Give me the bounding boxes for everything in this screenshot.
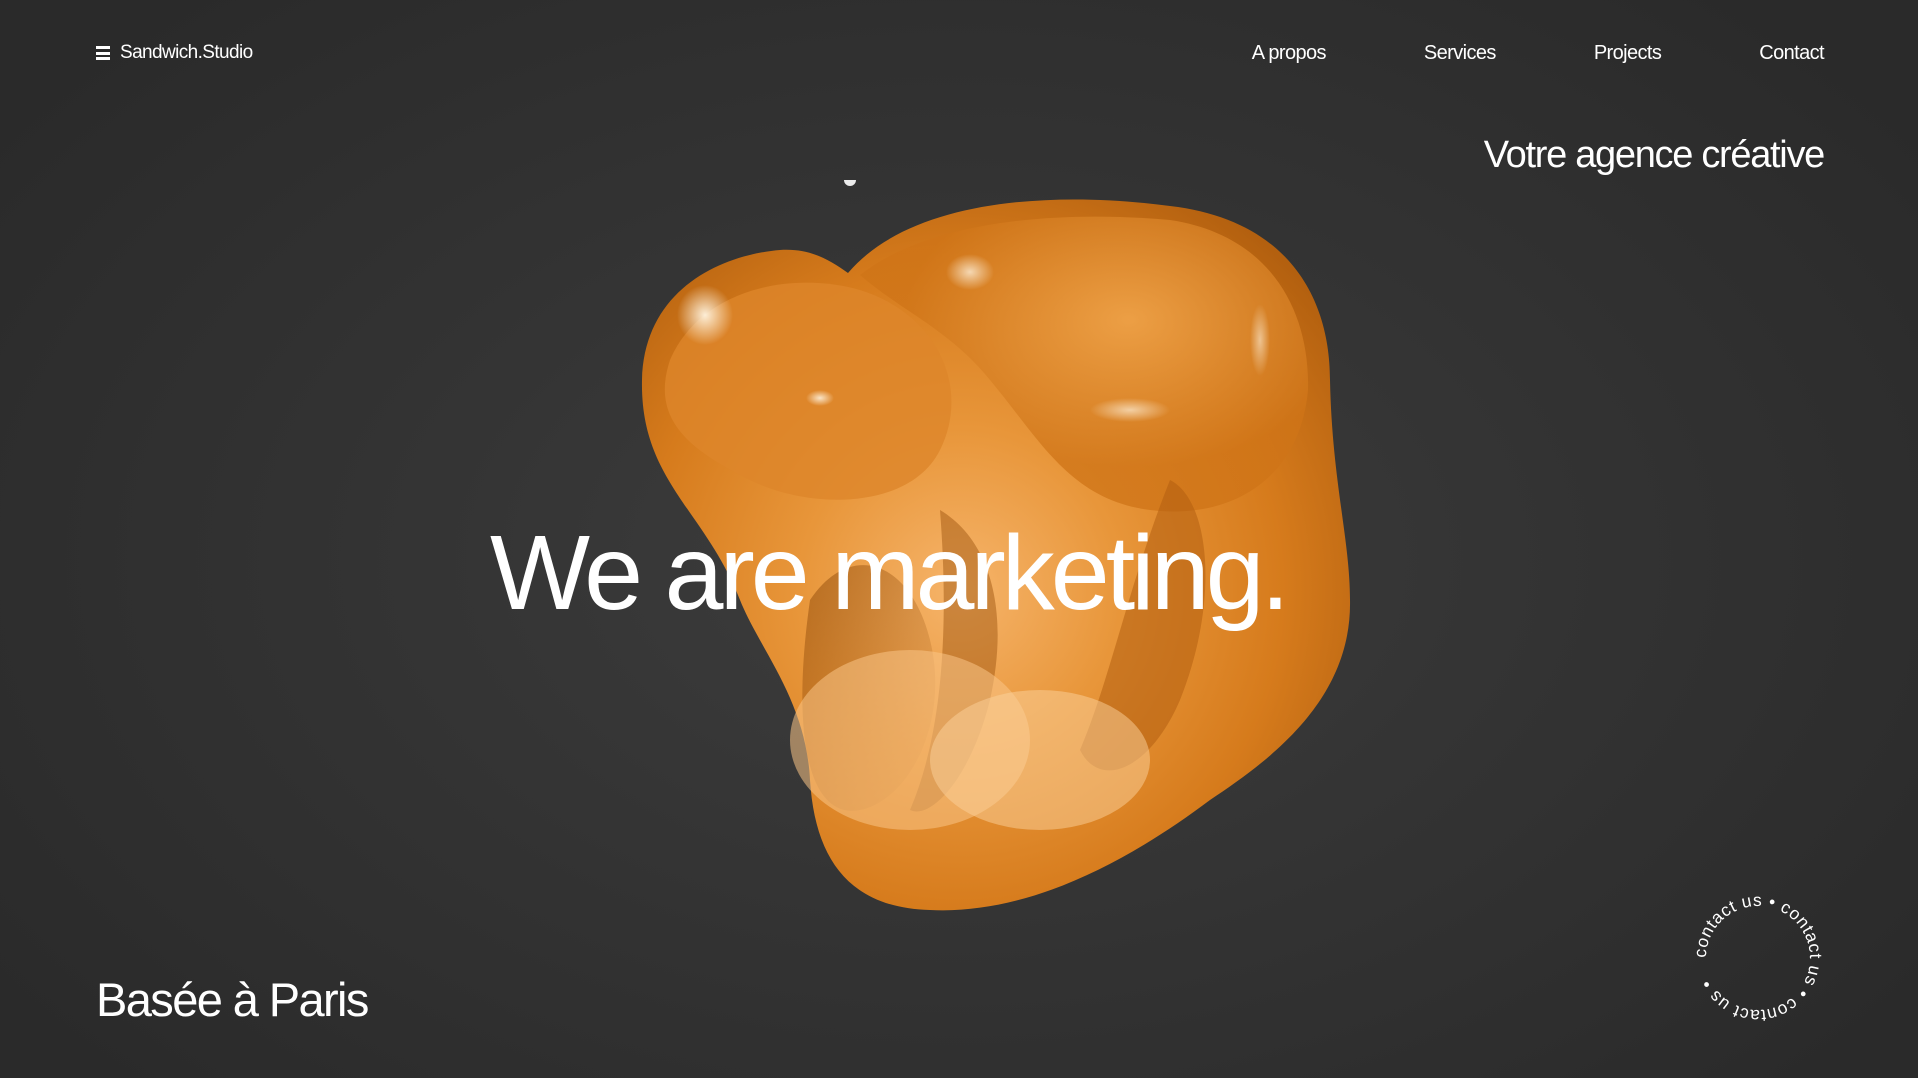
contact-badge-text[interactable]: contact us • contact us • contact us • — [1690, 890, 1826, 1026]
contact-us-badge[interactable]: contact us • contact us • contact us • — [1688, 888, 1828, 1028]
page: Sandwich.Studio A propos Services Projec… — [0, 0, 1918, 1078]
brand-logo[interactable]: Sandwich.Studio — [96, 42, 253, 64]
svg-text:contact us • contact us • cont: contact us • contact us • contact us • — [1690, 890, 1826, 1026]
menu-icon[interactable] — [96, 46, 110, 60]
nav-link-projects[interactable]: Projects — [1594, 42, 1662, 65]
location-text: Basée à Paris — [96, 973, 369, 1026]
nav-link-contact[interactable]: Contact — [1759, 42, 1824, 65]
nav-link-a-propos[interactable]: A propos — [1252, 42, 1327, 65]
main-nav: A propos Services Projects Contact — [1154, 42, 1825, 65]
nav-link-services[interactable]: Services — [1424, 42, 1496, 65]
hero-headline: We are marketing. — [490, 514, 1290, 632]
brand-name[interactable]: Sandwich.Studio — [120, 42, 253, 64]
hero-tagline: Votre agence créative — [1483, 134, 1826, 176]
